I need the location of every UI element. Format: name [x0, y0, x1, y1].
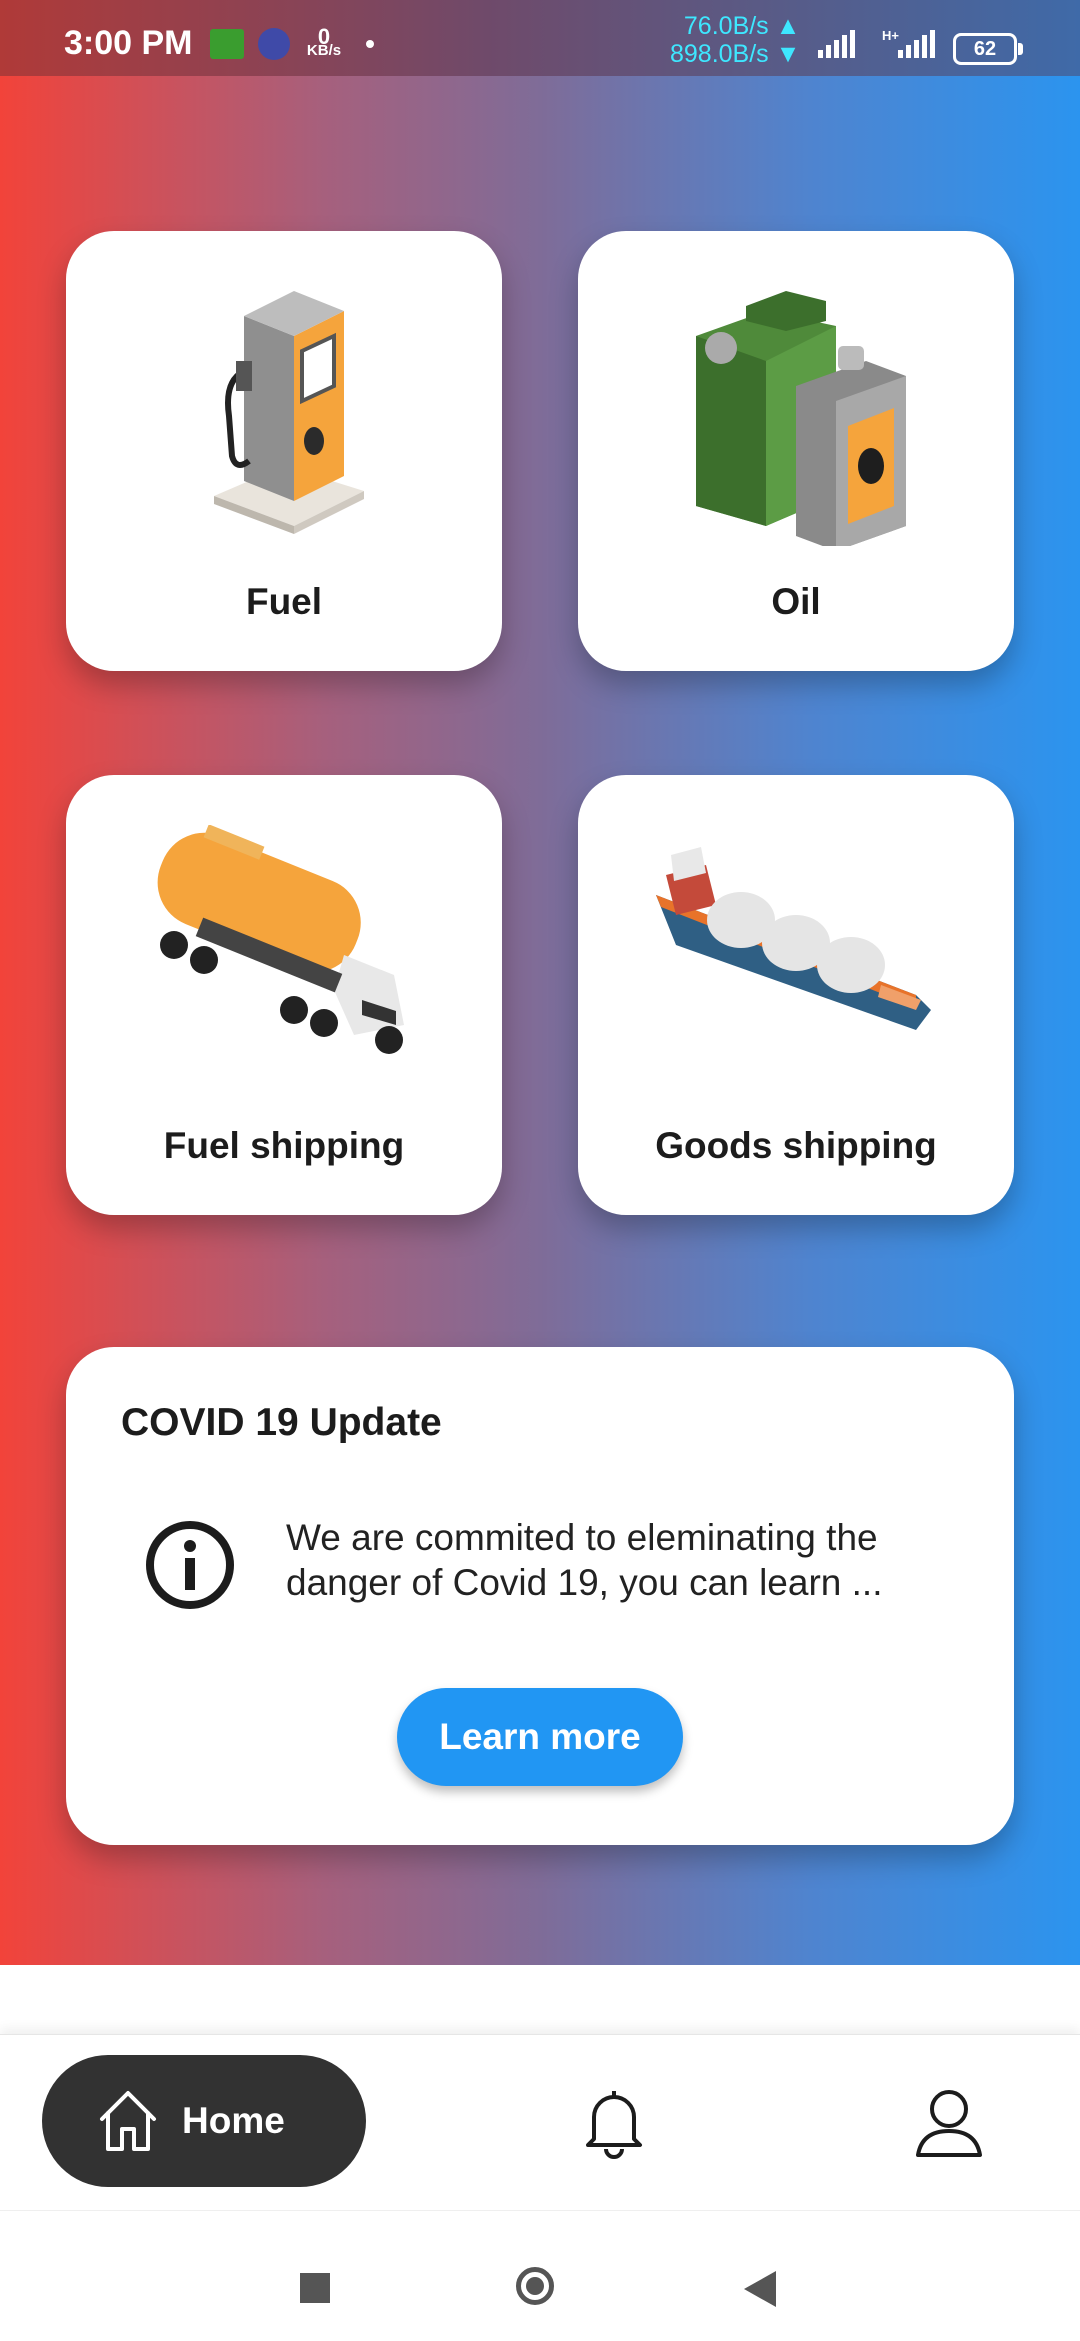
battery-icon: 62	[953, 33, 1023, 65]
upload-speed: 76.0B/s ▲	[683, 12, 801, 40]
oil-can-icon	[578, 261, 1014, 551]
fuel-pump-icon	[66, 261, 502, 551]
tile-label: Goods shipping	[655, 1125, 937, 1166]
home-system-button-icon[interactable]	[516, 2267, 554, 2305]
tile-label: Fuel	[245, 581, 323, 622]
status-time: 3:00 PM	[64, 24, 193, 62]
book-app-icon	[210, 29, 244, 59]
download-speed: 898.0B/s ▼	[670, 40, 801, 68]
system-navigation-bar	[0, 2210, 1080, 2341]
back-button-icon[interactable]	[744, 2271, 776, 2307]
covid-update-card: COVID 19 Update We are commited to elemi…	[66, 1347, 1014, 1845]
recents-button-icon[interactable]	[300, 2273, 330, 2303]
nav-home-button[interactable]: Home	[42, 2055, 366, 2187]
signal-strength-2-icon	[898, 30, 935, 58]
tile-fuel[interactable]: Fuel	[66, 231, 502, 671]
home-icon	[100, 2091, 156, 2151]
tile-fuel-shipping[interactable]: Fuel shipping	[66, 775, 502, 1215]
nav-home-label: Home	[182, 2100, 285, 2141]
learn-more-button[interactable]: Learn more	[397, 1688, 683, 1786]
info-icon	[146, 1521, 234, 1609]
covid-card-message: We are commited to eleminating the dange…	[286, 1517, 883, 1603]
activity-app-icon	[258, 28, 290, 60]
tanker-truck-icon	[66, 805, 502, 1095]
tile-goods-shipping[interactable]: Goods shipping	[578, 775, 1014, 1215]
cargo-ship-icon	[578, 805, 1014, 1095]
bell-icon[interactable]	[582, 2087, 646, 2159]
network-speed: 76.0B/s ▲ 898.0B/s ▼	[670, 12, 800, 68]
network-type: H+	[882, 28, 899, 43]
tile-oil[interactable]: Oil	[578, 231, 1014, 671]
tile-label: Oil	[771, 581, 821, 622]
user-icon[interactable]	[914, 2087, 984, 2159]
covid-card-title: COVID 19 Update	[121, 1401, 442, 1444]
tile-label: Fuel shipping	[163, 1125, 405, 1166]
bottom-navigation: Home	[0, 2034, 1080, 2211]
notification-icons: 0 KB/s	[210, 26, 374, 60]
net-speed-unit: KB/s	[306, 42, 342, 59]
status-bar: 3:00 PM 0 KB/s 76.0B/s ▲ 898.0B/s ▼ H+ 6…	[0, 0, 1080, 76]
signal-strength-icon	[818, 30, 855, 58]
net-speed-indicator: 0 KB/s	[304, 26, 344, 59]
more-notifications-dot-icon	[366, 40, 374, 48]
app-screen: 3:00 PM 0 KB/s 76.0B/s ▲ 898.0B/s ▼ H+ 6…	[0, 0, 1080, 2341]
